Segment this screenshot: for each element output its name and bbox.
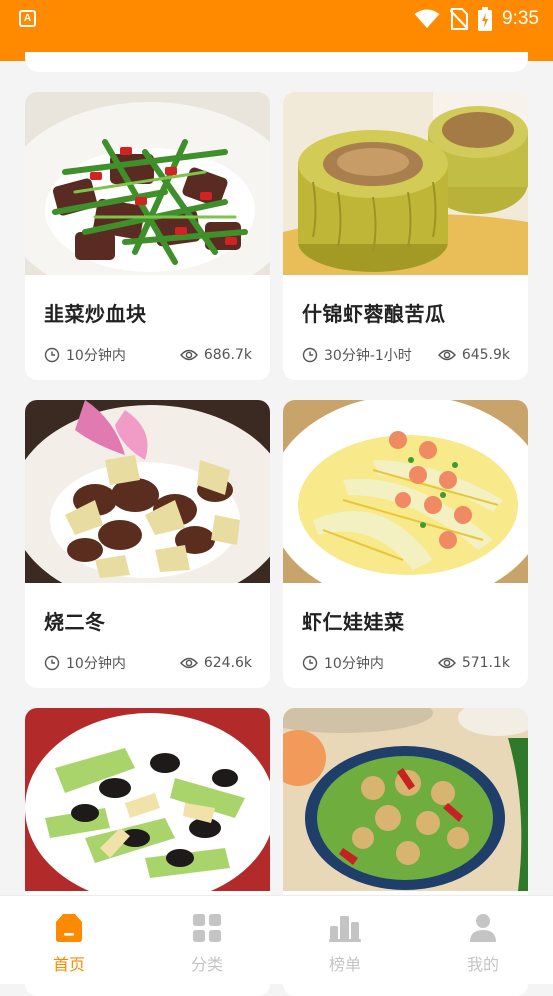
app-notification-icon: A xyxy=(19,10,36,27)
recipe-title: 韭菜炒血块 xyxy=(44,302,147,326)
recipe-title: 什锦虾蓉酿苦瓜 xyxy=(302,302,446,326)
home-icon xyxy=(55,912,83,944)
status-time: 9:35 xyxy=(502,8,539,29)
view-count: 645.9k xyxy=(437,347,510,363)
ranking-icon xyxy=(329,912,361,944)
nav-category[interactable]: 分类 xyxy=(138,896,276,984)
wifi-icon xyxy=(414,9,440,29)
nav-home-label: 首页 xyxy=(52,955,85,974)
grid-icon xyxy=(192,912,222,944)
recipe-card[interactable]: 什锦虾蓉酿苦瓜 30分钟-1小时 645.9k xyxy=(283,92,528,380)
view-count: 571.1k xyxy=(437,655,510,671)
cook-time: 10分钟内 xyxy=(44,653,126,673)
clock-icon xyxy=(44,347,60,363)
cook-time-text: 10分钟内 xyxy=(66,656,126,672)
recipe-card[interactable]: 烧二冬 10分钟内 624.6k xyxy=(25,400,270,688)
view-count-text: 624.6k xyxy=(203,655,252,671)
eye-icon xyxy=(437,348,456,362)
nav-category-label: 分类 xyxy=(190,955,223,974)
recipe-photo xyxy=(283,92,528,275)
recipe-title: 虾仁娃娃菜 xyxy=(302,610,405,634)
clock-icon xyxy=(44,655,60,671)
profile-icon xyxy=(469,912,497,944)
recipe-photo xyxy=(25,400,270,583)
cook-time: 10分钟内 xyxy=(302,653,384,673)
nav-profile-label: 我的 xyxy=(466,955,499,974)
battery-charging-icon xyxy=(478,7,493,31)
recipe-photo xyxy=(283,708,528,891)
cook-time: 10分钟内 xyxy=(44,345,126,365)
recipe-photo xyxy=(25,92,270,275)
previous-card-edge xyxy=(25,52,528,72)
bottom-navigation: 首页 分类 榜单 我的 xyxy=(0,895,553,984)
eye-icon xyxy=(179,656,198,670)
recipe-card[interactable]: 韭菜炒血块 10分钟内 686.7k xyxy=(25,92,270,380)
eye-icon xyxy=(179,348,198,362)
eye-icon xyxy=(437,656,456,670)
nav-ranking-label: 榜单 xyxy=(328,955,361,974)
recipe-photo xyxy=(283,400,528,583)
view-count: 624.6k xyxy=(179,655,252,671)
cook-time-text: 10分钟内 xyxy=(324,656,384,672)
clock-icon xyxy=(302,347,318,363)
recipe-title: 烧二冬 xyxy=(44,610,106,634)
nav-profile[interactable]: 我的 xyxy=(414,896,552,984)
cook-time-text: 30分钟-1小时 xyxy=(324,348,412,364)
view-count-text: 571.1k xyxy=(461,655,510,671)
view-count-text: 686.7k xyxy=(203,347,252,363)
view-count: 686.7k xyxy=(179,347,252,363)
nav-home[interactable]: 首页 xyxy=(0,896,138,984)
nav-ranking[interactable]: 榜单 xyxy=(276,896,414,984)
cook-time: 30分钟-1小时 xyxy=(302,345,412,365)
clock-icon xyxy=(302,655,318,671)
recipe-card[interactable]: 虾仁娃娃菜 10分钟内 571.1k xyxy=(283,400,528,688)
cook-time-text: 10分钟内 xyxy=(66,348,126,364)
recipe-photo xyxy=(25,708,270,891)
view-count-text: 645.9k xyxy=(461,347,510,363)
no-sim-icon xyxy=(450,8,469,30)
